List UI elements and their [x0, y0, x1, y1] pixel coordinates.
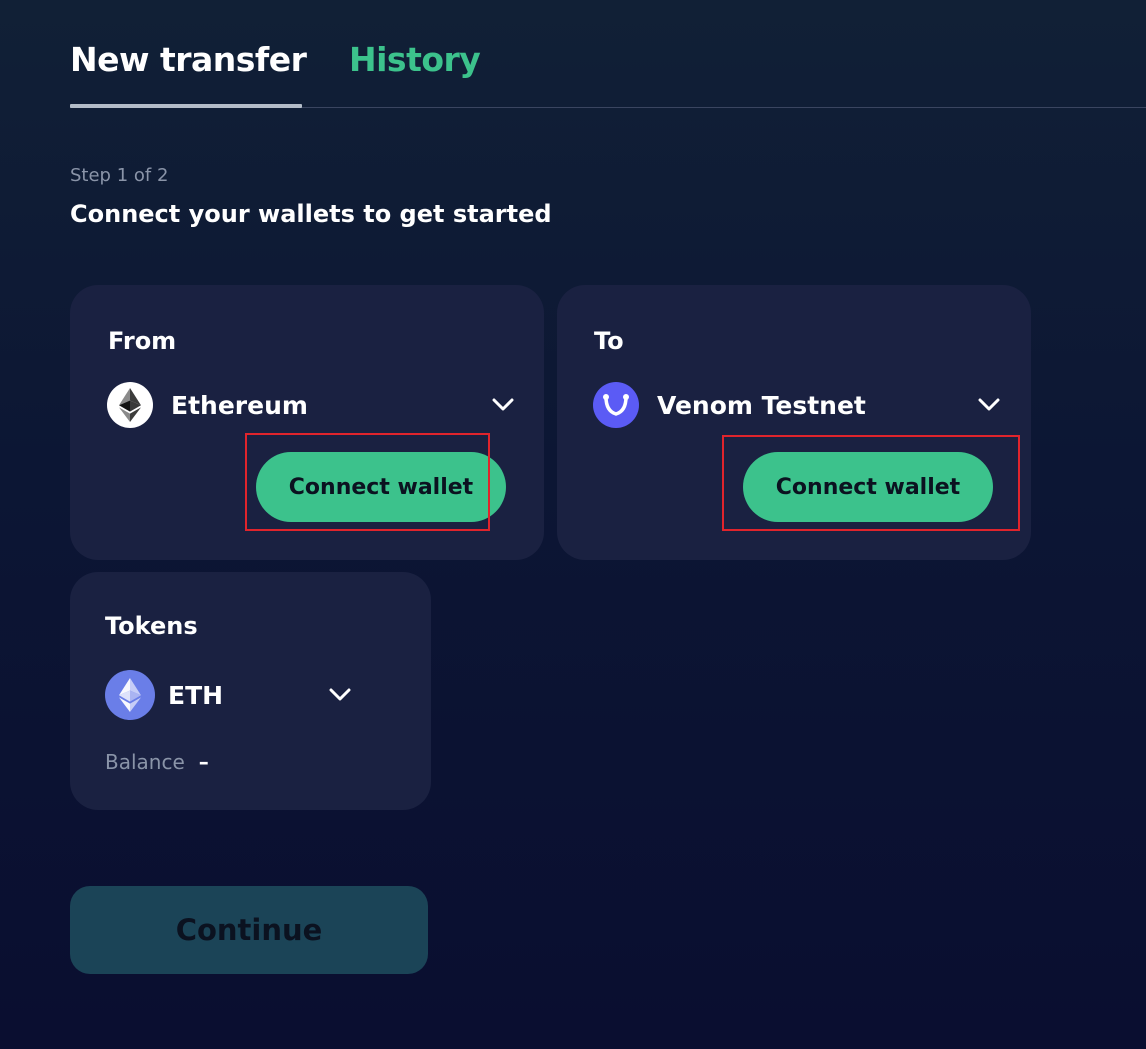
- step-indicator: Step 1 of 2: [70, 165, 169, 186]
- chevron-down-icon[interactable]: [491, 393, 515, 417]
- ethereum-icon: [107, 382, 153, 428]
- tokens-card: Tokens ETH Balance –: [70, 572, 431, 810]
- venom-icon: [593, 382, 639, 428]
- tab-bar: New transfer History: [70, 0, 1146, 109]
- to-network-select[interactable]: Venom Testnet: [593, 382, 866, 428]
- balance-label: Balance: [105, 750, 185, 774]
- step-title: Connect your wallets to get started: [70, 200, 552, 228]
- token-select[interactable]: ETH: [105, 670, 223, 720]
- to-connect-wallet-button[interactable]: Connect wallet: [743, 452, 993, 522]
- from-network-name: Ethereum: [171, 390, 308, 420]
- to-card: To Venom Testnet Connect wallet: [557, 285, 1031, 560]
- from-connect-wallet-button[interactable]: Connect wallet: [256, 452, 506, 522]
- to-label: To: [594, 327, 624, 355]
- chevron-down-icon[interactable]: [328, 683, 352, 707]
- tokens-label: Tokens: [105, 612, 198, 640]
- from-card: From Ethereum Connect wallet: [70, 285, 544, 560]
- tab-new-transfer[interactable]: New transfer: [70, 40, 307, 79]
- balance-row: Balance –: [105, 750, 209, 774]
- balance-value: –: [198, 750, 209, 774]
- eth-token-icon: [105, 670, 155, 720]
- chevron-down-icon[interactable]: [977, 393, 1001, 417]
- active-tab-indicator: [70, 104, 302, 108]
- token-name: ETH: [168, 680, 224, 710]
- from-label: From: [108, 327, 177, 355]
- tab-history[interactable]: History: [349, 40, 481, 79]
- continue-button[interactable]: Continue: [70, 886, 428, 974]
- from-network-select[interactable]: Ethereum: [107, 382, 308, 428]
- to-network-name: Venom Testnet: [657, 390, 866, 420]
